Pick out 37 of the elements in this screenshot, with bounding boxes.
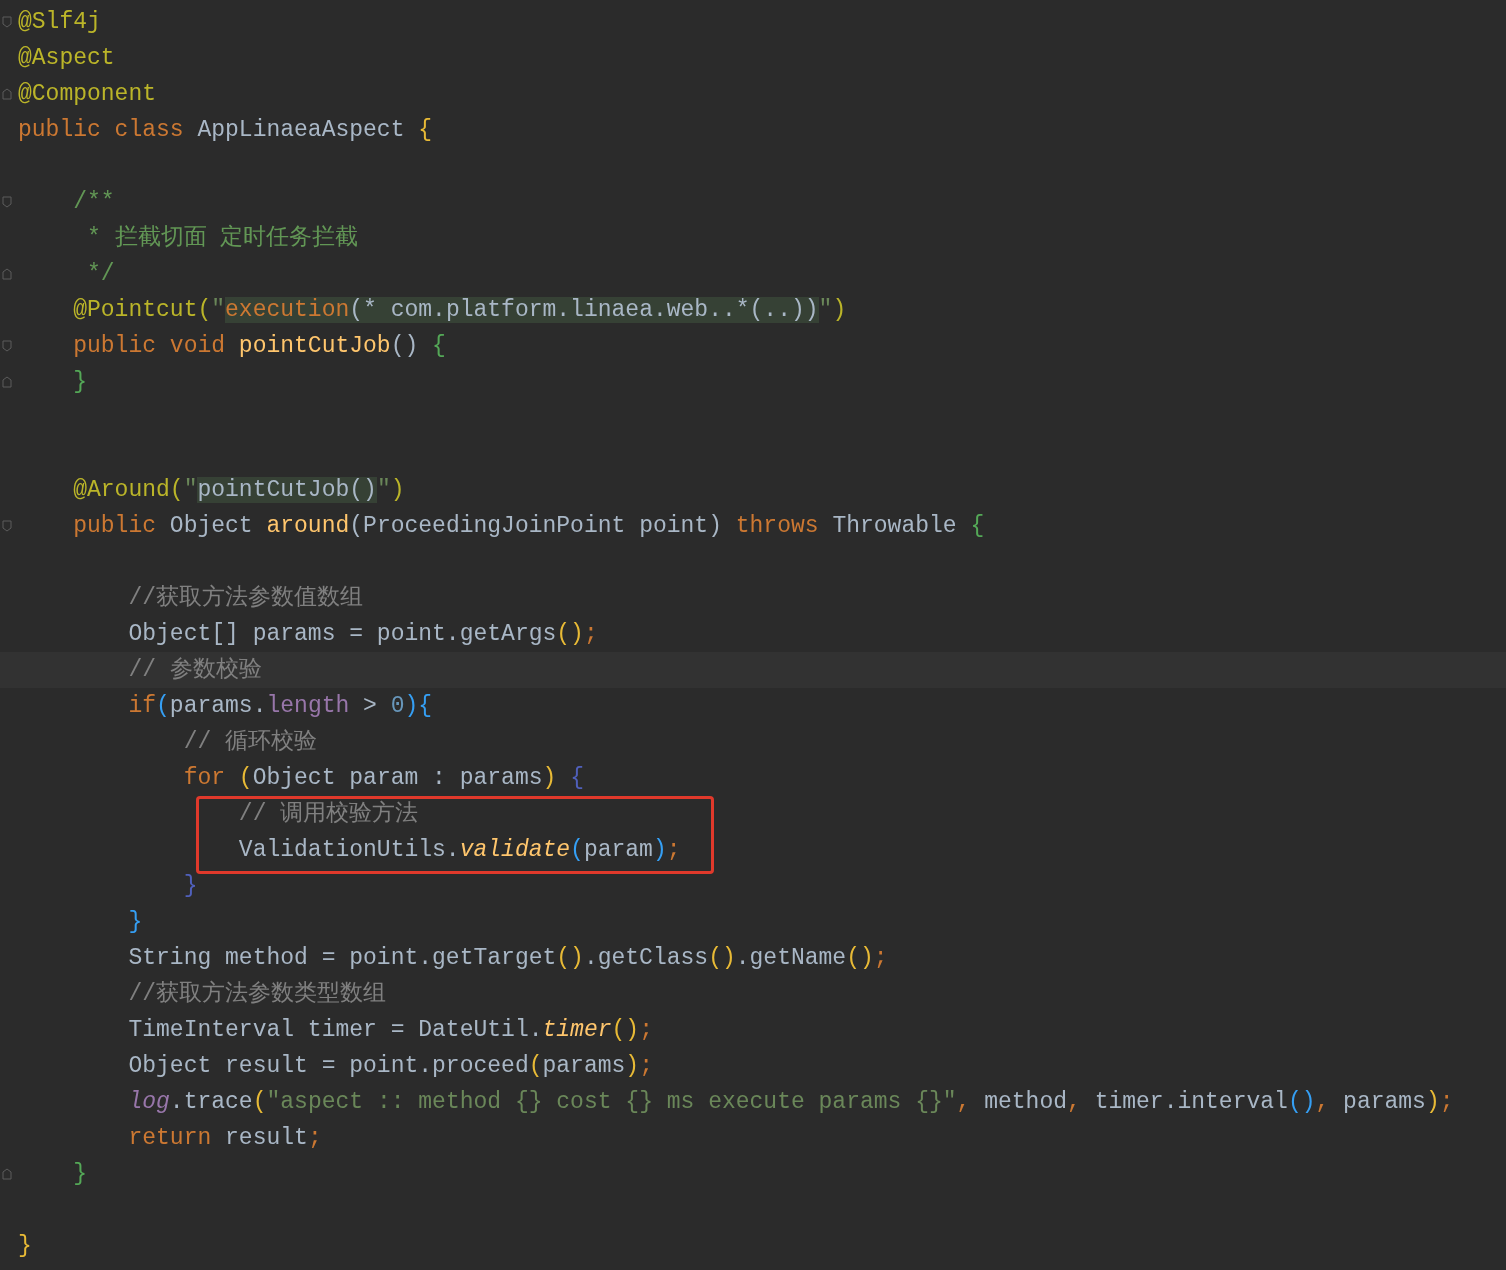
code-line: public void pointCutJob() {	[72, 332, 446, 361]
code-line: TimeInterval timer = DateUtil.timer();	[127, 1016, 653, 1045]
code-line: public Object around(ProceedingJoinPoint point) throws Throwable {	[72, 512, 985, 541]
code-line: */	[86, 260, 115, 289]
fold-icon[interactable]	[2, 88, 12, 100]
code-line: //获取方法参数类型数组	[127, 979, 387, 1009]
fold-icon[interactable]	[2, 1168, 12, 1180]
code-line: * 拦截切面 定时任务拦截	[86, 224, 359, 253]
code-line: for (Object param : params) {	[182, 764, 584, 793]
code-line: // 参数校验	[127, 656, 262, 685]
code-line: ValidationUtils.validate(param);	[237, 836, 681, 865]
fold-icon[interactable]	[2, 340, 12, 352]
fold-icon[interactable]	[2, 376, 12, 388]
code-line: @Component	[18, 80, 157, 109]
code-line: // 调用校验方法	[237, 799, 419, 829]
fold-icon[interactable]	[2, 520, 12, 532]
code-line: // 循环校验	[182, 728, 318, 757]
code-line: }	[72, 1160, 87, 1189]
fold-icon[interactable]	[2, 16, 12, 28]
code-line: public class AppLinaeaAspect {	[18, 116, 433, 145]
code-line: @Aspect	[18, 44, 115, 73]
code-line: }	[182, 872, 198, 901]
code-line: //获取方法参数值数组	[127, 583, 364, 613]
code-line: return result;	[127, 1124, 322, 1153]
code-line: String method = point.getTarget().getClass().getName();	[127, 944, 888, 973]
code-line: @Around("pointCutJob()")	[72, 476, 405, 505]
code-line: Object[] params = point.getArgs();	[127, 620, 598, 649]
code-line: /**	[72, 188, 115, 217]
code-line: @Slf4j	[18, 8, 101, 37]
fold-icon[interactable]	[2, 196, 12, 208]
code-line: }	[18, 1232, 32, 1261]
code-line: log.trace("aspect :: method {} cost {} ms execute params {}", method, timer.interval(), params);	[127, 1088, 1454, 1117]
fold-icon[interactable]	[2, 268, 12, 280]
code-line: if(params.length > 0){	[127, 692, 433, 721]
code-line: }	[72, 368, 87, 397]
code-line: }	[127, 908, 143, 937]
code-line: Object result = point.proceed(params);	[127, 1052, 653, 1081]
